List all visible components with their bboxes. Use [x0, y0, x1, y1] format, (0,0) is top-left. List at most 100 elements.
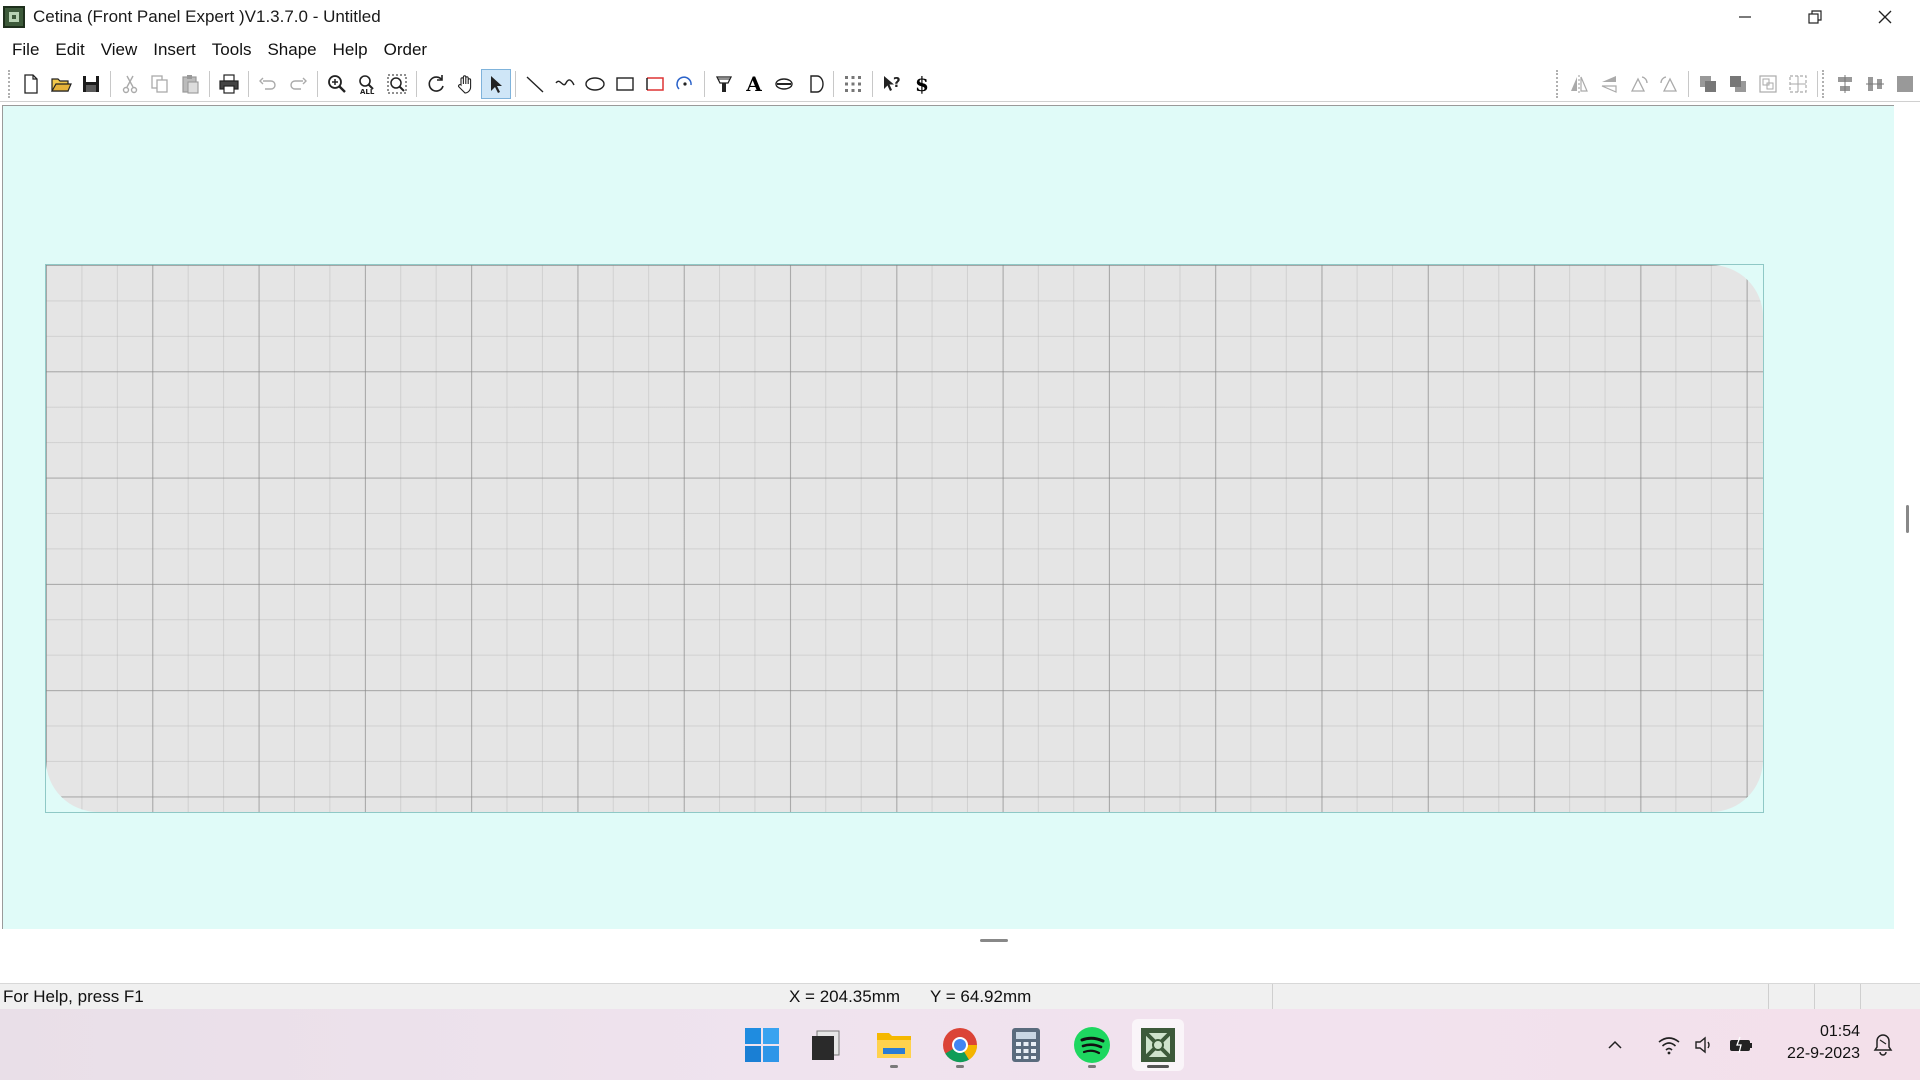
menu-tools[interactable]: Tools [204, 33, 260, 66]
line-tool-button[interactable] [520, 69, 550, 99]
mirror-vertical-icon [1601, 76, 1617, 93]
redo-icon [290, 77, 307, 90]
mirror-vertical-button[interactable] [1594, 69, 1624, 99]
mirror-horizontal-button[interactable] [1564, 69, 1594, 99]
menu-file[interactable]: File [4, 33, 47, 66]
taskbar-app-cetina[interactable] [1132, 1019, 1184, 1071]
align-center-horizontal-button[interactable] [1860, 69, 1890, 99]
align-center-vertical-button[interactable] [1830, 69, 1860, 99]
select-arrow-button[interactable] [481, 68, 511, 99]
taskbar-clock[interactable]: 01:54 22-9-2023 [1787, 1021, 1860, 1065]
rounded-panel-tool-button[interactable] [640, 69, 670, 99]
paste-button[interactable] [175, 69, 205, 99]
cetina-app-icon [1141, 1028, 1175, 1062]
new-file-button[interactable] [16, 69, 46, 99]
undo-button[interactable] [253, 69, 283, 99]
price-button[interactable]: $ [907, 69, 937, 99]
redo-button[interactable] [283, 69, 313, 99]
save-button[interactable] [76, 69, 106, 99]
cut-button[interactable] [115, 69, 145, 99]
taskbar-app-notes[interactable] [800, 1019, 852, 1071]
open-file-button[interactable] [46, 69, 76, 99]
minimize-button[interactable] [1710, 0, 1780, 33]
zoom-all-button[interactable]: ALL [352, 69, 382, 99]
grid-toggle-button[interactable] [838, 69, 868, 99]
notifications-button[interactable] [1872, 1033, 1894, 1062]
save-icon [83, 75, 99, 92]
rectangle-tool-button[interactable] [610, 69, 640, 99]
front-panel-shape[interactable] [46, 265, 1763, 812]
horizontal-scrollbar[interactable] [0, 929, 1896, 953]
calculator-icon [1012, 1028, 1040, 1062]
menu-view[interactable]: View [93, 33, 146, 66]
windows-logo-icon [745, 1028, 779, 1062]
taskbar-app-chrome[interactable] [934, 1019, 986, 1071]
grid-icon [845, 75, 861, 92]
bring-front-button[interactable] [1693, 69, 1723, 99]
toolbar-separator [248, 70, 249, 97]
copy-button[interactable] [145, 69, 175, 99]
menu-help[interactable]: Help [325, 33, 376, 66]
countersink-tool-button[interactable] [799, 69, 829, 99]
battery-button[interactable] [1722, 1035, 1760, 1055]
menu-edit[interactable]: Edit [47, 33, 92, 66]
show-hidden-icons-button[interactable] [1600, 1037, 1630, 1053]
open-folder-icon [50, 77, 72, 92]
menu-shape[interactable]: Shape [259, 33, 324, 66]
pan-hand-button[interactable] [451, 69, 481, 99]
vertical-scroll-thumb[interactable] [1906, 505, 1909, 533]
bring-front-icon [1700, 76, 1716, 92]
minimize-icon [1739, 15, 1751, 18]
line-icon [526, 75, 544, 93]
start-button[interactable] [736, 1019, 788, 1071]
horizontal-scroll-thumb[interactable] [980, 939, 1008, 942]
text-tool-button[interactable]: A [739, 69, 769, 99]
slot-tool-button[interactable] [769, 69, 799, 99]
rotate-left-icon [1630, 76, 1648, 92]
toolbar-separator [1688, 71, 1689, 97]
drawing-canvas[interactable] [2, 105, 1894, 951]
taskbar-app-calculator[interactable] [1000, 1019, 1052, 1071]
taskbar-app-spotify[interactable] [1066, 1019, 1118, 1071]
clock-date: 22-9-2023 [1787, 1045, 1860, 1062]
toolbar-grip[interactable] [8, 69, 12, 98]
wifi-button[interactable] [1650, 1035, 1688, 1055]
close-button[interactable] [1850, 0, 1920, 33]
rotate-left-button[interactable] [1624, 69, 1654, 99]
rectangle-icon [616, 76, 634, 91]
send-back-button[interactable] [1723, 69, 1753, 99]
arc-tool-button[interactable] [670, 69, 700, 99]
status-pane [1768, 984, 1814, 1010]
toolbar-separator [317, 70, 318, 97]
zoom-window-button[interactable] [382, 69, 412, 99]
engrave-tool-button[interactable] [709, 69, 739, 99]
copy-icon [151, 74, 168, 93]
align-distribute-button[interactable] [1890, 69, 1920, 99]
vertical-scrollbar[interactable] [1896, 103, 1920, 953]
print-button[interactable] [214, 69, 244, 99]
window-controls [1710, 0, 1920, 33]
ellipse-tool-button[interactable] [580, 69, 610, 99]
group-button[interactable] [1753, 69, 1783, 99]
menu-order[interactable]: Order [376, 33, 435, 66]
ungroup-icon [1789, 75, 1807, 93]
ungroup-button[interactable] [1783, 69, 1813, 99]
curve-tool-button[interactable] [550, 69, 580, 99]
zoom-in-button[interactable] [322, 69, 352, 99]
toolbar-grip[interactable] [1556, 70, 1560, 98]
align-horizontal-icon [1866, 77, 1884, 91]
taskbar-app-file-explorer[interactable] [868, 1019, 920, 1071]
dollar-icon: $ [915, 71, 929, 96]
refresh-button[interactable] [421, 69, 451, 99]
app-logo-icon [3, 5, 25, 28]
group-icon [1759, 75, 1777, 93]
ellipse-icon [585, 76, 605, 91]
toolbar-separator [416, 70, 417, 97]
help-question-glyph: ? [893, 76, 901, 91]
restore-button[interactable] [1780, 0, 1850, 33]
rotate-right-button[interactable] [1654, 69, 1684, 99]
volume-button[interactable] [1688, 1035, 1722, 1055]
menu-insert[interactable]: Insert [145, 33, 204, 66]
context-help-button[interactable]: ? [877, 69, 907, 99]
toolbar-grip[interactable] [1822, 70, 1826, 98]
